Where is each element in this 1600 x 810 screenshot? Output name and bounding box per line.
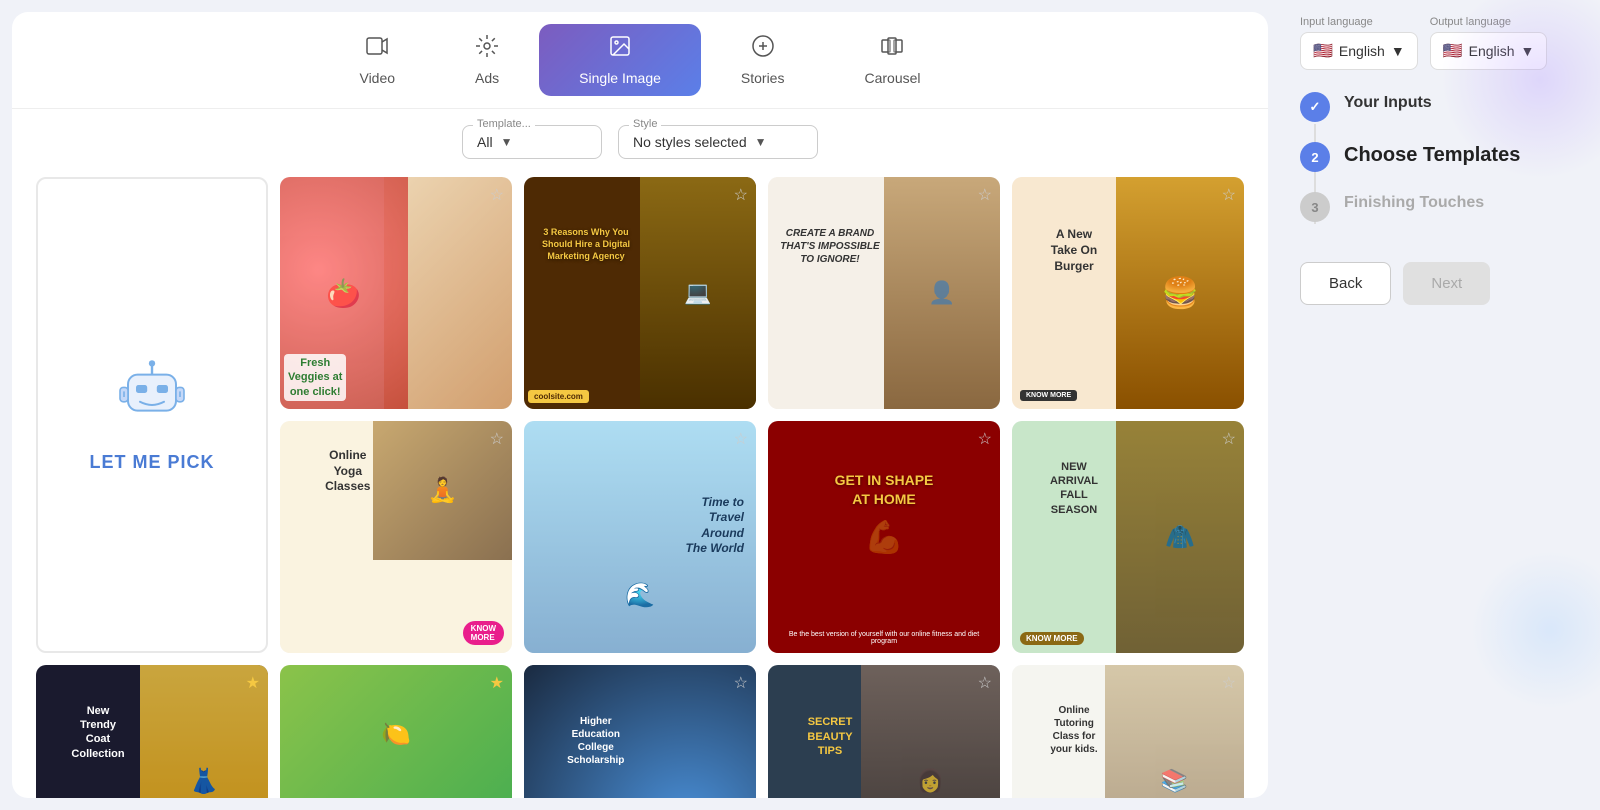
ads-icon	[475, 34, 499, 64]
let-me-pick-label: LET ME PICK	[89, 452, 214, 473]
star-badge-10: ★	[490, 673, 504, 693]
star-badge-7: ☆	[978, 429, 992, 449]
output-language-arrow: ▼	[1521, 43, 1535, 59]
carousel-icon	[880, 34, 904, 64]
output-language-flag: 🇺🇸	[1443, 41, 1463, 61]
step-3-circle: 3	[1300, 192, 1330, 222]
template-grid: LET ME PICK 🍅 FreshVeggies atone click! …	[36, 177, 1244, 798]
star-badge-12: ☆	[978, 673, 992, 693]
sidebar: Input language 🇺🇸 English ▼ Output langu…	[1280, 0, 1600, 810]
step-2-label: Choose Templates	[1344, 140, 1520, 167]
tab-stories-label: Stories	[741, 70, 785, 86]
tab-ads[interactable]: Ads	[435, 24, 539, 96]
tab-video[interactable]: Video	[319, 24, 435, 96]
star-badge-2: ☆	[734, 185, 748, 205]
template-filter-arrow: ▼	[501, 135, 513, 149]
step-2-circle: 2	[1300, 142, 1330, 172]
template-card-7[interactable]: 💪 GET IN SHAPEAT HOME Be the best versio…	[768, 421, 1000, 653]
step-1: ✓ Your Inputs	[1300, 90, 1580, 122]
input-language-button[interactable]: 🇺🇸 English ▼	[1300, 32, 1418, 70]
single-image-icon	[608, 34, 632, 64]
tab-video-label: Video	[359, 70, 395, 86]
step-3-label: Finishing Touches	[1344, 190, 1484, 212]
template-card-10[interactable]: 🍋 PamperYourselfWith Spa Book Your Appoi…	[280, 665, 512, 798]
star-badge-5: ☆	[490, 429, 504, 449]
style-filter-arrow: ▼	[755, 135, 767, 149]
tab-single-image-label: Single Image	[579, 70, 661, 86]
output-language-label: Output language	[1430, 16, 1548, 28]
template-filter-value: All	[477, 134, 493, 150]
back-button[interactable]: Back	[1300, 262, 1391, 305]
input-language-flag: 🇺🇸	[1313, 41, 1333, 61]
gallery-area: Template... All ▼ Style No styles select…	[12, 109, 1268, 798]
template-card-5[interactable]: 🧘 OnlineYogaClasses KNOWMORE ☆	[280, 421, 512, 653]
template-card-3[interactable]: 👤 CREATE A BRAND THAT'S IMPOSSIBLE TO IG…	[768, 177, 1000, 409]
tab-stories[interactable]: Stories	[701, 24, 825, 96]
step-1-circle: ✓	[1300, 92, 1330, 122]
filter-bar: Template... All ▼ Style No styles select…	[36, 125, 1244, 159]
language-row: Input language 🇺🇸 English ▼ Output langu…	[1300, 16, 1580, 70]
template-card-13[interactable]: 📚 OnlineTutoringClass foryour kids. Lear…	[1012, 665, 1244, 798]
next-button[interactable]: Next	[1403, 262, 1490, 305]
video-icon	[365, 34, 389, 64]
star-badge-4: ☆	[1222, 185, 1236, 205]
star-badge-9: ★	[246, 673, 260, 693]
stories-icon	[751, 34, 775, 64]
output-language-value: English	[1469, 43, 1515, 59]
step-1-label: Your Inputs	[1344, 90, 1432, 112]
step-list: ✓ Your Inputs 2 Choose Templates 3 Finis…	[1300, 90, 1580, 222]
output-language-button[interactable]: 🇺🇸 English ▼	[1430, 32, 1548, 70]
step-2: 2 Choose Templates	[1300, 140, 1580, 172]
template-card-11[interactable]: HigherEducationCollegeScholarship Read M…	[524, 665, 756, 798]
template-card-2[interactable]: 💻 3 Reasons Why You Should Hire a Digita…	[524, 177, 756, 409]
tab-carousel-label: Carousel	[864, 70, 920, 86]
input-language-arrow: ▼	[1391, 43, 1405, 59]
star-badge-1: ☆	[490, 185, 504, 205]
robot-icon	[112, 357, 192, 442]
style-filter[interactable]: Style No styles selected ▼	[618, 125, 818, 159]
let-me-pick-card[interactable]: LET ME PICK	[36, 177, 268, 653]
star-badge-8: ☆	[1222, 429, 1236, 449]
tab-ads-label: Ads	[475, 70, 499, 86]
template-card-4[interactable]: 🍔 A NewTake OnBurger KNOW MORE ☆	[1012, 177, 1244, 409]
star-badge-6: ☆	[734, 429, 748, 449]
input-language-group: Input language 🇺🇸 English ▼	[1300, 16, 1418, 70]
template-card-8[interactable]: 🧥 NEWARRIVALFALLSEASON KNOW MORE ☆	[1012, 421, 1244, 653]
template-card-6[interactable]: 🌊 Time toTravelAroundThe World ☆	[524, 421, 756, 653]
output-language-group: Output language 🇺🇸 English ▼	[1430, 16, 1548, 70]
template-filter-label: Template...	[473, 118, 535, 130]
input-language-value: English	[1339, 43, 1385, 59]
template-filter[interactable]: Template... All ▼	[462, 125, 602, 159]
star-badge-11: ☆	[734, 673, 748, 693]
style-filter-value: No styles selected	[633, 134, 747, 150]
nav-tabs: Video Ads Single Image	[12, 12, 1268, 109]
star-badge-3: ☆	[978, 185, 992, 205]
template-card-12[interactable]: 👩 SECRETBEAUTYTIPS By expert artist Know…	[768, 665, 1000, 798]
button-row: Back Next	[1300, 262, 1580, 305]
main-panel: Video Ads Single Image	[12, 12, 1268, 798]
tab-single-image[interactable]: Single Image	[539, 24, 701, 96]
input-language-label: Input language	[1300, 16, 1418, 28]
tab-carousel[interactable]: Carousel	[824, 24, 960, 96]
template-card-9[interactable]: 👗 NewTrendyCoatCollection www.goodsite.c…	[36, 665, 268, 798]
step-3: 3 Finishing Touches	[1300, 190, 1580, 222]
template-card-1[interactable]: 🍅 FreshVeggies atone click! ☆	[280, 177, 512, 409]
star-badge-13: ☆	[1222, 673, 1236, 693]
style-filter-label: Style	[629, 118, 661, 130]
